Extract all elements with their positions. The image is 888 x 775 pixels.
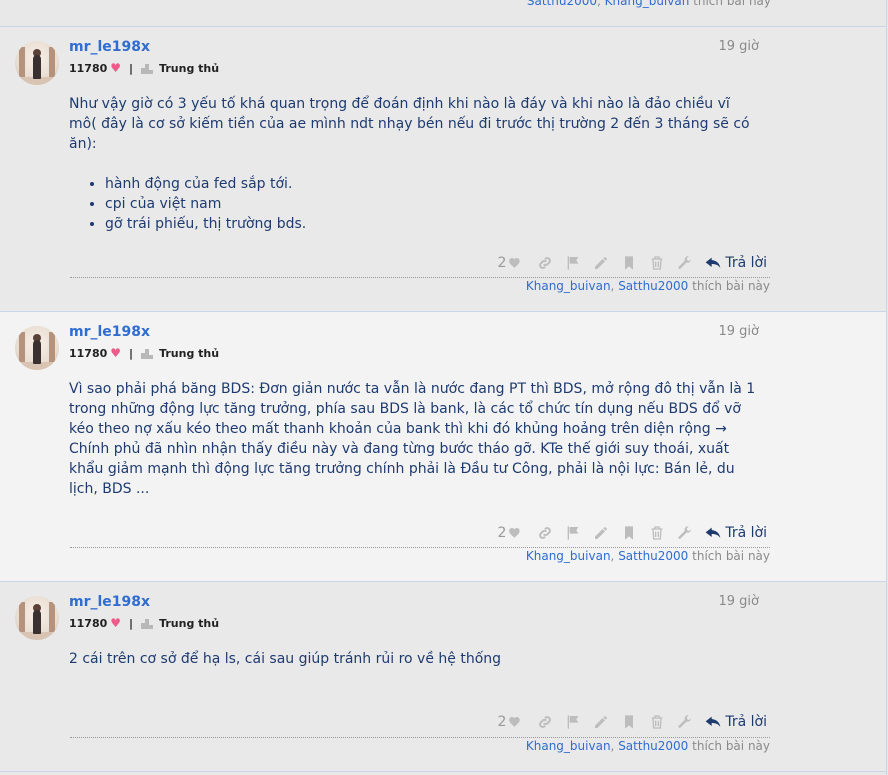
user-meta: 11780 ♥ | Trung thủ bbox=[69, 346, 219, 360]
reply-arrow-icon bbox=[706, 716, 721, 727]
heart-icon: ♥ bbox=[110, 616, 122, 630]
previous-post-likers: Satthu2000, Khang_buivan thích bài này bbox=[527, 0, 771, 8]
post-actions: 2 Trả lời bbox=[497, 523, 767, 543]
heart-icon[interactable] bbox=[507, 253, 523, 273]
link-icon[interactable] bbox=[531, 253, 559, 273]
user-points: 11780 bbox=[69, 616, 108, 630]
heart-icon[interactable] bbox=[507, 712, 523, 732]
liker-link[interactable]: Khang_buivan bbox=[605, 0, 690, 8]
bookmark-icon[interactable] bbox=[615, 712, 643, 732]
liker-link[interactable]: Khang_buivan bbox=[526, 279, 611, 293]
divider: | bbox=[129, 346, 134, 360]
liker-link[interactable]: Khang_buivan bbox=[526, 739, 611, 753]
username[interactable]: mr_le198x bbox=[69, 324, 150, 340]
forum-post: mr_le198x 11780 ♥ | Trung thủ 19 giờ Vì … bbox=[0, 311, 886, 581]
post-list: hành động của fed sắp tới. cpi của việt … bbox=[69, 174, 759, 234]
flag-icon[interactable] bbox=[559, 523, 587, 543]
post-divider bbox=[70, 547, 770, 548]
reply-button[interactable]: Trả lời bbox=[705, 525, 767, 541]
user-rank: Trung thủ bbox=[159, 346, 220, 360]
wrench-icon[interactable] bbox=[671, 712, 699, 732]
trash-icon[interactable] bbox=[643, 712, 671, 732]
heart-icon: ♥ bbox=[110, 346, 122, 360]
divider: | bbox=[129, 616, 134, 630]
forum-post: mr_le198x 11780 ♥ | Trung thủ 19 giờ 2 c… bbox=[0, 581, 886, 772]
divider: | bbox=[129, 61, 134, 75]
link-icon[interactable] bbox=[531, 523, 559, 543]
likes-suffix: thích bài này bbox=[692, 279, 770, 293]
reply-arrow-icon bbox=[706, 257, 721, 268]
post-actions: 2 Trả lời bbox=[497, 253, 767, 273]
post-body: Vì sao phải phá băng BDS: Đơn giản nước … bbox=[69, 379, 759, 499]
flag-icon[interactable] bbox=[559, 712, 587, 732]
reply-label[interactable]: Trả lời bbox=[725, 714, 767, 730]
thread-bottom-border bbox=[0, 771, 886, 772]
flag-icon[interactable] bbox=[559, 253, 587, 273]
reply-label[interactable]: Trả lời bbox=[725, 525, 767, 541]
reply-arrow-icon bbox=[706, 527, 721, 538]
list-item: cpi của việt nam bbox=[105, 194, 759, 214]
liker-link[interactable]: Khang_buivan bbox=[526, 549, 611, 563]
heart-icon: ♥ bbox=[110, 61, 122, 75]
likes-suffix: thích bài này bbox=[692, 739, 770, 753]
user-meta: 11780 ♥ | Trung thủ bbox=[69, 616, 219, 630]
pencil-icon[interactable] bbox=[587, 712, 615, 732]
user-rank: Trung thủ bbox=[159, 616, 220, 630]
post-time[interactable]: 19 giờ bbox=[719, 324, 760, 339]
link-icon[interactable] bbox=[531, 712, 559, 732]
trash-icon[interactable] bbox=[643, 523, 671, 543]
like-count: 2 bbox=[497, 525, 507, 541]
user-meta: 11780 ♥ | Trung thủ bbox=[69, 61, 219, 75]
post-body: Như vậy giờ có 3 yếu tố khá quan trọng đ… bbox=[69, 94, 759, 234]
wrench-icon[interactable] bbox=[671, 253, 699, 273]
avatar[interactable] bbox=[15, 41, 59, 85]
username[interactable]: mr_le198x bbox=[69, 594, 150, 610]
post-paragraph: Vì sao phải phá băng BDS: Đơn giản nước … bbox=[69, 381, 756, 497]
post-time[interactable]: 19 giờ bbox=[719, 39, 760, 54]
liker-link[interactable]: Satthu2000 bbox=[618, 549, 688, 563]
bookmark-icon[interactable] bbox=[615, 253, 643, 273]
reply-button[interactable]: Trả lời bbox=[705, 714, 767, 730]
trash-icon[interactable] bbox=[643, 253, 671, 273]
post-likers: Khang_buivan, Satthu2000 thích bài này bbox=[525, 739, 770, 753]
post-paragraph: 2 cái trên cơ sở để hạ ls, cái sau giúp … bbox=[69, 651, 502, 667]
user-rank: Trung thủ bbox=[159, 61, 220, 75]
post-divider bbox=[70, 277, 770, 278]
post-actions: 2 Trả lời bbox=[497, 712, 767, 732]
wrench-icon[interactable] bbox=[671, 523, 699, 543]
reply-label[interactable]: Trả lời bbox=[725, 255, 767, 271]
user-points: 11780 bbox=[69, 346, 108, 360]
pencil-icon[interactable] bbox=[587, 523, 615, 543]
bookmark-icon[interactable] bbox=[615, 523, 643, 543]
pencil-icon[interactable] bbox=[587, 253, 615, 273]
likes-suffix: thích bài này bbox=[693, 0, 771, 8]
like-count: 2 bbox=[497, 714, 507, 730]
list-item: gỡ trái phiếu, thị trường bds. bbox=[105, 214, 759, 234]
post-paragraph: Như vậy giờ có 3 yếu tố khá quan trọng đ… bbox=[69, 96, 750, 152]
post-likers: Khang_buivan, Satthu2000 thích bài này bbox=[525, 279, 770, 293]
heart-icon[interactable] bbox=[507, 523, 523, 543]
post-likers: Khang_buivan, Satthu2000 thích bài này bbox=[525, 549, 770, 563]
post-divider bbox=[70, 737, 770, 738]
user-points: 11780 bbox=[69, 61, 108, 75]
liker-link[interactable]: Satthu2000 bbox=[527, 0, 597, 8]
likes-suffix: thích bài này bbox=[692, 549, 770, 563]
like-count: 2 bbox=[497, 255, 507, 271]
post-body: 2 cái trên cơ sở để hạ ls, cái sau giúp … bbox=[69, 649, 759, 669]
avatar[interactable] bbox=[15, 596, 59, 640]
rank-icon bbox=[141, 348, 154, 359]
rank-icon bbox=[141, 618, 154, 629]
forum-post: mr_le198x 11780 ♥ | Trung thủ 19 giờ Như… bbox=[0, 26, 886, 311]
list-item: hành động của fed sắp tới. bbox=[105, 174, 759, 194]
post-time[interactable]: 19 giờ bbox=[719, 594, 760, 609]
reply-button[interactable]: Trả lời bbox=[705, 255, 767, 271]
liker-link[interactable]: Satthu2000 bbox=[618, 279, 688, 293]
avatar[interactable] bbox=[15, 326, 59, 370]
liker-link[interactable]: Satthu2000 bbox=[618, 739, 688, 753]
rank-icon bbox=[141, 63, 154, 74]
username[interactable]: mr_le198x bbox=[69, 39, 150, 55]
